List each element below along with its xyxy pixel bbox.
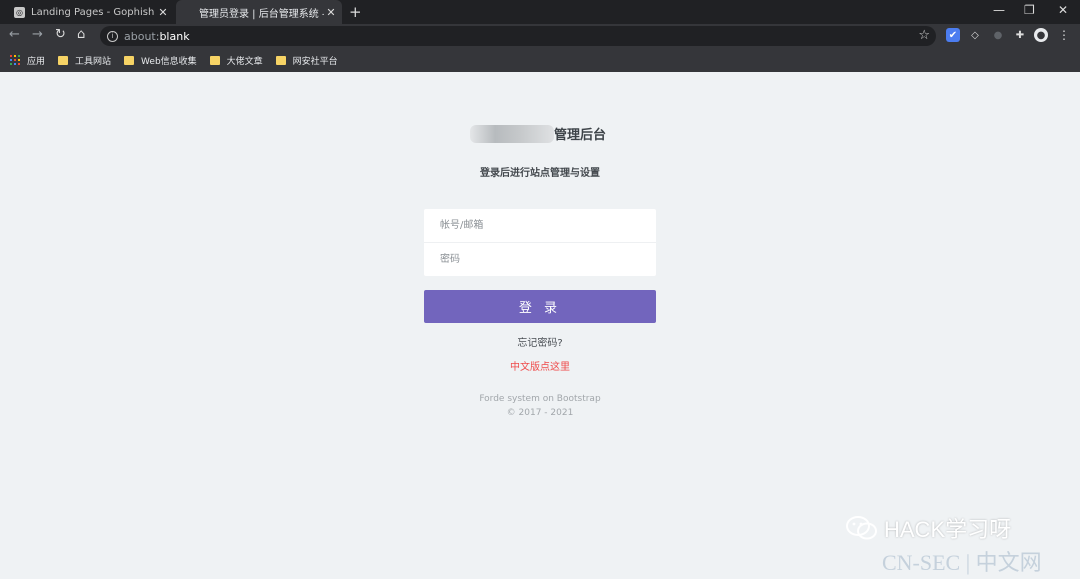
bookmark-label: 大佬文章 [226,56,263,67]
login-page: 管理后台 登录后进行站点管理与设置 登 录 忘记密码? 中文版点这里 Forde… [0,72,1080,579]
bookmark-folder-articles[interactable]: 大佬文章 [209,54,263,67]
extension-dark-icon[interactable]: ● [991,28,1005,42]
login-button[interactable]: 登 录 [424,290,656,323]
brand-title: 管理后台 [554,128,607,143]
extension-blue-icon[interactable]: ✔ [946,28,960,42]
extension-shield-icon[interactable]: ◇ [968,28,982,42]
profile-avatar-icon[interactable]: ● [1034,28,1048,42]
username-input[interactable] [424,209,656,242]
address-rest: blank [159,29,190,43]
login-subtitle: 登录后进行站点管理与设置 [480,168,600,179]
watermark-cn-sec: CN-SEC | 中文网 [882,550,1042,575]
watermark-text: HACK学习呀 [884,517,1012,542]
bookmark-star-icon[interactable]: ☆ [918,28,930,43]
site-info-icon[interactable]: i [107,30,118,42]
tab-landing-pages[interactable]: ◎ Landing Pages - Gophish ✕ [8,0,174,24]
tab-admin-login[interactable]: 管理员登录 | 后台管理系统 — Pr ✕ [176,0,342,24]
gophish-favicon-icon: ◎ [14,6,25,18]
extensions-puzzle-icon[interactable]: ✚ [1013,28,1027,42]
back-icon[interactable]: ← [9,27,20,42]
footer-credit: Forde system on Bootstrap [479,394,601,404]
tab-close-icon[interactable]: ✕ [156,6,170,19]
password-input[interactable] [424,243,656,276]
address-prefix: about: [124,29,160,43]
home-icon[interactable]: ⌂ [77,27,85,42]
folder-icon [124,55,135,65]
bookmark-folder-web-info[interactable]: Web信息收集 [124,54,197,67]
folder-icon [209,55,220,65]
brand-heading: 管理后台 [470,124,606,143]
chinese-version-link[interactable]: 中文版点这里 [0,358,1080,373]
new-tab-icon[interactable]: + [349,3,362,21]
window-close-icon[interactable]: ✕ [1058,3,1068,17]
tab-strip: ◎ Landing Pages - Gophish ✕ 管理员登录 | 后台管理… [0,0,1080,24]
forgot-password-link[interactable]: 忘记密码? [0,334,1080,349]
bookmark-folder-platform[interactable]: 网安社平台 [275,54,338,67]
tab-close-icon[interactable]: ✕ [324,6,338,19]
wechat-icon [846,516,877,540]
restore-icon[interactable]: ❐ [1024,3,1035,17]
browser-toolbar: ← → ↻ ⌂ i about: blank ☆ ✔ ◇ ● ✚ ● ⋮ [0,24,1080,48]
login-form [424,209,656,276]
footer-copyright: © 2017 - 2021 [506,408,574,418]
bookmark-label: 应用 [27,56,46,67]
bookmark-apps[interactable]: 应用 [0,54,45,67]
bookmark-label: Web信息收集 [141,56,197,67]
minimize-icon[interactable]: — [993,3,1005,17]
bookmark-folder-tools[interactable]: 工具网站 [58,54,111,67]
bookmarks-bar: 应用 工具网站 Web信息收集 大佬文章 网安社平台 [0,48,1080,72]
page-favicon-icon [182,7,193,18]
reload-icon[interactable]: ↻ [55,27,66,42]
apps-grid-icon [10,55,20,65]
tab-title: 管理员登录 | 后台管理系统 — Pr [199,8,324,20]
folder-icon [275,55,286,65]
folder-icon [58,55,69,65]
menu-kebab-icon[interactable]: ⋮ [1057,28,1071,42]
forward-icon[interactable]: → [32,27,43,42]
bookmark-label: 工具网站 [75,56,112,67]
tab-title: Landing Pages - Gophish [31,6,155,18]
bookmark-label: 网安社平台 [292,56,338,67]
watermark-hack: HACK学习呀 [846,512,1011,544]
address-bar[interactable]: i about: blank ☆ [100,26,936,46]
blurred-site-name [470,124,554,143]
